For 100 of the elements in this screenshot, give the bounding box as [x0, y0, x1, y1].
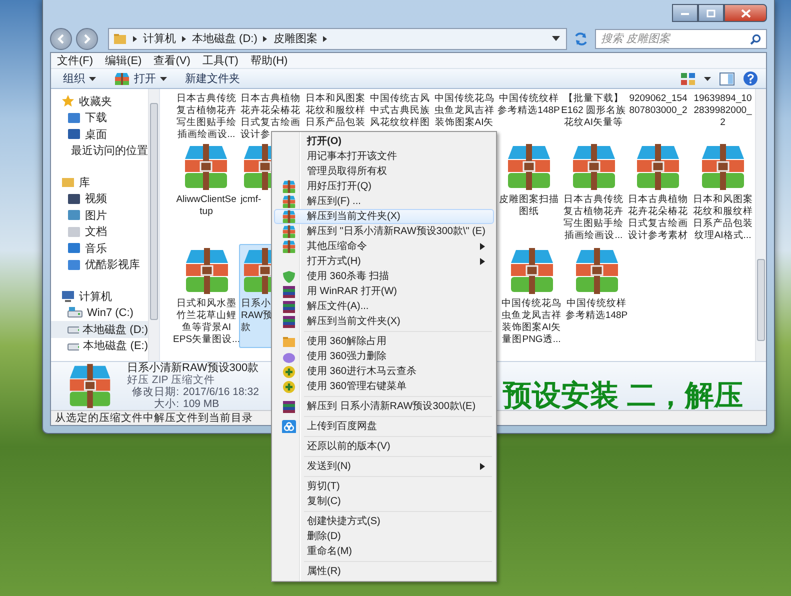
toolbar-button[interactable]: 组织	[61, 71, 104, 86]
context-menu-item[interactable]: 其他压缩命令	[274, 239, 494, 254]
file-name: 日式复古绘画	[240, 117, 300, 129]
sidebar-group[interactable]: 库	[51, 174, 148, 190]
context-menu-item[interactable]: 使用 360杀毒 扫描	[274, 269, 494, 284]
menu-item[interactable]: 文件(F)	[57, 53, 94, 68]
file-name: 虫鱼龙凤吉祥	[502, 310, 562, 322]
sidebar-item[interactable]: 图片	[51, 207, 148, 224]
context-menu-item[interactable]: 使用 360管理右键菜单	[274, 379, 494, 394]
sidebar-item[interactable]: 优酷影视库	[51, 256, 148, 273]
file-item[interactable]: 中国传统花鸟 虫鱼龙凤吉祥 装饰图案AI矢 量图PNG透...	[499, 244, 564, 348]
sidebar-item[interactable]: 视频	[51, 190, 148, 207]
menu-item[interactable]: 工具(T)	[202, 53, 238, 68]
file-name: 插画绘画设...	[564, 230, 623, 242]
file-item[interactable]: AliwwClientSe tup	[174, 140, 239, 244]
context-menu-item[interactable]: 解压到当前文件夹(X)	[274, 209, 494, 224]
sidebar-group[interactable]: 计算机	[51, 288, 148, 304]
context-menu-item[interactable]: 还原以前的版本(V)	[274, 439, 494, 454]
context-menu-item[interactable]: 属性(R)	[274, 564, 494, 579]
file-item[interactable]: 日本和风图案 花纹和服纹样 日系产品包装 纹理AI格式...	[690, 140, 755, 244]
archive-icon	[282, 240, 296, 253]
menu-item[interactable]: 编辑(E)	[105, 53, 142, 68]
breadcrumb[interactable]: 本地磁盘 (D:)	[192, 31, 258, 46]
menu-item[interactable]: 查看(V)	[154, 53, 190, 68]
view-options-icon[interactable]	[680, 72, 696, 86]
file-item[interactable]: 中国传统纹样 参考精选148P	[564, 244, 629, 348]
sidebar-item[interactable]: 桌面	[51, 126, 148, 142]
maximize-button[interactable]	[698, 4, 724, 22]
refresh-icon[interactable]	[573, 32, 589, 46]
sidebar-item[interactable]: Win7 (C:)	[51, 304, 148, 321]
file-item[interactable]: 日本古典传统 复古植物花卉 写生图贴手绘 插画绘画设...	[561, 140, 626, 244]
caret-icon	[160, 76, 167, 80]
file-name: 2839982000_	[694, 105, 752, 117]
context-menu-item[interactable]: 解压文件(A)...	[274, 299, 494, 314]
context-menu-item[interactable]: 解压到当前文件夹(X)	[274, 314, 494, 329]
context-menu-item[interactable]: 使用 360解除占用	[274, 334, 494, 349]
context-menu-item[interactable]: 打开方式(H)	[274, 254, 494, 269]
file-item[interactable]: 日式和风水墨 竹兰花草山鲤 鱼等背景AI EPS矢量图设...	[174, 244, 239, 348]
file-item[interactable]: 日本古典植物 花卉花朵椿花 日式复古绘画 设计参考素材	[626, 140, 690, 244]
context-menu-item[interactable]: 使用 360强力删除	[274, 349, 494, 364]
sidebar-item[interactable]: 下载	[51, 110, 148, 126]
close-button[interactable]	[724, 4, 767, 22]
context-menu-item[interactable]: 剪切(T)	[274, 479, 494, 494]
file-item[interactable]: 皮雕图案扫描 图纸	[496, 140, 562, 244]
file-name: 中国传统古风	[370, 93, 430, 105]
file-name: 装饰图案AI矢	[502, 322, 561, 334]
file-item[interactable]: 9209062_154 807803000_2	[626, 90, 690, 140]
context-menu-item[interactable]: 复制(C)	[274, 494, 494, 509]
file-name: 竹兰花草山鲤	[176, 310, 236, 322]
archive-icon	[67, 363, 113, 409]
search-field[interactable]: 搜索 皮雕图案	[595, 28, 767, 48]
file-name: 日系小	[241, 298, 271, 310]
file-item[interactable]: 中国传统纹样 参考精选148P	[496, 90, 561, 140]
sidebar-item[interactable]: 音乐	[51, 240, 148, 256]
file-name: 中式古典民族	[370, 105, 430, 117]
context-menu-item[interactable]: 用 WinRAR 打开(W)	[274, 284, 494, 299]
context-menu-item[interactable]: 用好压打开(Q)	[274, 179, 494, 194]
context-menu-item[interactable]: 上传到百度网盘	[274, 419, 494, 434]
context-menu-item[interactable]: 解压到 "日系小清新RAW预设300款\" (E)	[274, 224, 494, 239]
context-menu-item[interactable]: 解压到(F) ...	[274, 194, 494, 209]
scrollbar[interactable]	[148, 89, 159, 361]
forward-button[interactable]	[76, 28, 98, 50]
context-menu-item[interactable]: 解压到 日系小清新RAW预设300款\(E)	[274, 399, 494, 414]
file-name: 装饰图案AI矢	[434, 117, 494, 129]
sidebar-item[interactable]: 本地磁盘 (E:)	[51, 338, 148, 354]
sidebar-item[interactable]: 文档	[51, 224, 148, 240]
preview-pane-icon[interactable]	[719, 72, 735, 86]
file-name: 花纹和服纹样	[305, 105, 366, 117]
help-icon[interactable]	[743, 71, 758, 86]
context-menu-item[interactable]: 使用 360进行木马云查杀	[274, 364, 494, 379]
file-name: 参考精选148P	[498, 105, 560, 117]
address-bar[interactable]: 计算机 本地磁盘 (D:) 皮雕图案	[108, 28, 567, 50]
file-type: 好压 ZIP 压缩文件	[127, 374, 216, 386]
context-menu-item[interactable]: 管理员取得所有权	[274, 164, 494, 179]
context-menu-item[interactable]: 重命名(M)	[274, 544, 494, 559]
file-name: 19639894_10	[694, 93, 752, 105]
sidebar-item[interactable]: 最近访问的位置	[51, 142, 148, 159]
context-menu-item[interactable]: 删除(D)	[274, 529, 494, 544]
context-menu-item[interactable]: 用记事本打开该文件	[274, 149, 494, 164]
back-button[interactable]	[50, 28, 72, 50]
minimize-button[interactable]	[672, 4, 698, 22]
caret-icon[interactable]	[704, 76, 711, 80]
context-menu-item[interactable]: 创建快捷方式(S)	[274, 514, 494, 529]
books-icon	[282, 300, 296, 313]
file-name: 花卉花朵椿花	[628, 206, 688, 218]
file-item[interactable]: 19639894_10 2839982000_ 2	[690, 90, 755, 140]
maximize-icon	[706, 8, 716, 18]
breadcrumb[interactable]: 计算机	[143, 31, 176, 46]
toolbar-button[interactable]: 新建文件夹	[183, 71, 248, 86]
file-name: 2	[720, 117, 726, 129]
scrollbar[interactable]	[755, 89, 766, 361]
sidebar-item[interactable]: 本地磁盘 (D:)	[51, 321, 148, 338]
toolbar-button[interactable]: 打开	[112, 71, 175, 86]
file-item[interactable]: 日本古典传统 复古植物花卉 写生图贴手绘 插画绘画设...	[174, 90, 238, 140]
archive-icon	[282, 210, 296, 223]
breadcrumb[interactable]: 皮雕图案	[273, 31, 318, 46]
context-menu-item[interactable]: 发送到(N)	[274, 459, 494, 474]
file-item[interactable]: 【批量下载】 E162 圆形名族 花纹AI矢量等	[561, 90, 626, 140]
sidebar-group[interactable]: 收藏夹	[51, 93, 148, 110]
menu-item[interactable]: 帮助(H)	[250, 53, 288, 68]
